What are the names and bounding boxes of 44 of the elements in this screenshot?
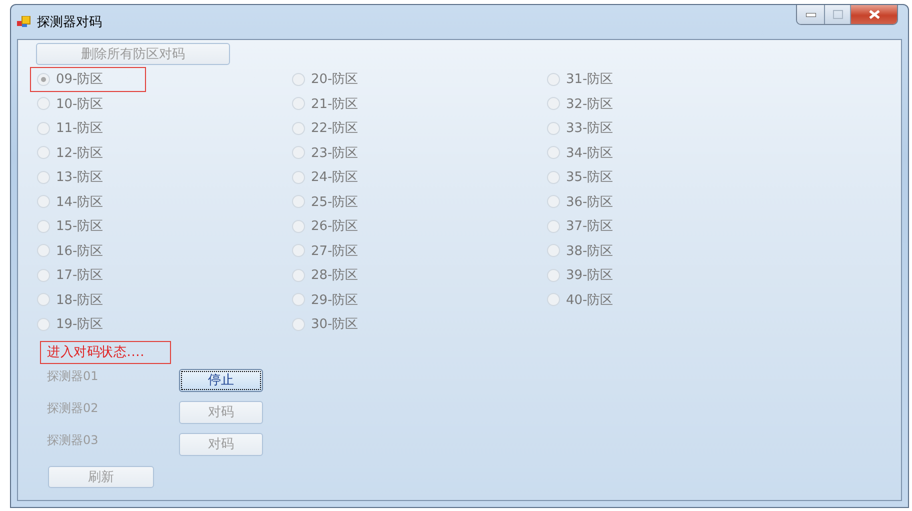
radio-label: 25-防区 [311, 194, 358, 211]
radio-label: 36-防区 [566, 194, 614, 211]
radio-label: 37-防区 [566, 218, 614, 236]
radio-label: 28-防区 [311, 267, 358, 284]
radio-label: 15-防区 [56, 218, 104, 236]
radio-label: 21-防区 [311, 96, 358, 113]
radio-label: 09-防区 [56, 71, 104, 88]
radio-label: 17-防区 [56, 267, 104, 284]
radio-label: 40-防区 [566, 292, 614, 309]
radio-label: 19-防区 [56, 316, 104, 334]
radio-label: 26-防区 [311, 218, 358, 236]
radio-label: 29-防区 [311, 292, 358, 309]
detector-label: 探测器01 [47, 368, 100, 384]
minimize-button[interactable] [797, 5, 824, 24]
radio-label: 27-防区 [311, 242, 358, 260]
radio-label: 16-防区 [56, 242, 104, 260]
radio-label: 22-防区 [311, 120, 358, 138]
close-icon [868, 10, 880, 19]
maximize-icon [832, 10, 842, 19]
window-title: 探测器对码 [37, 14, 102, 31]
minimize-icon [806, 12, 816, 16]
radio-label: 31-防区 [566, 71, 614, 88]
radio-label: 33-防区 [566, 120, 614, 138]
radio-label: 24-防区 [311, 169, 358, 186]
radio-label: 11-防区 [56, 120, 104, 138]
close-button[interactable] [850, 5, 897, 24]
radio-label: 30-防区 [311, 316, 358, 334]
radio-label: 34-防区 [566, 144, 614, 162]
detector-label: 探测器03 [47, 432, 100, 448]
radio-label: 38-防区 [566, 242, 614, 260]
pair-button[interactable]: 停止 [179, 368, 263, 392]
detector-label: 探测器02 [47, 400, 100, 416]
radio-label: 39-防区 [566, 267, 614, 284]
radio-label: 13-防区 [56, 169, 104, 186]
radio-label: 23-防区 [311, 144, 358, 162]
radio-label: 20-防区 [311, 71, 358, 88]
status-text: 进入对码状态.... [47, 344, 145, 361]
app-icon [17, 16, 31, 28]
radio-label: 32-防区 [566, 96, 614, 113]
radio-label: 35-防区 [566, 169, 614, 186]
radio-label: 10-防区 [56, 96, 104, 113]
radio-label: 18-防区 [56, 292, 104, 309]
radio-label: 14-防区 [56, 194, 104, 211]
radio-label: 12-防区 [56, 144, 104, 162]
